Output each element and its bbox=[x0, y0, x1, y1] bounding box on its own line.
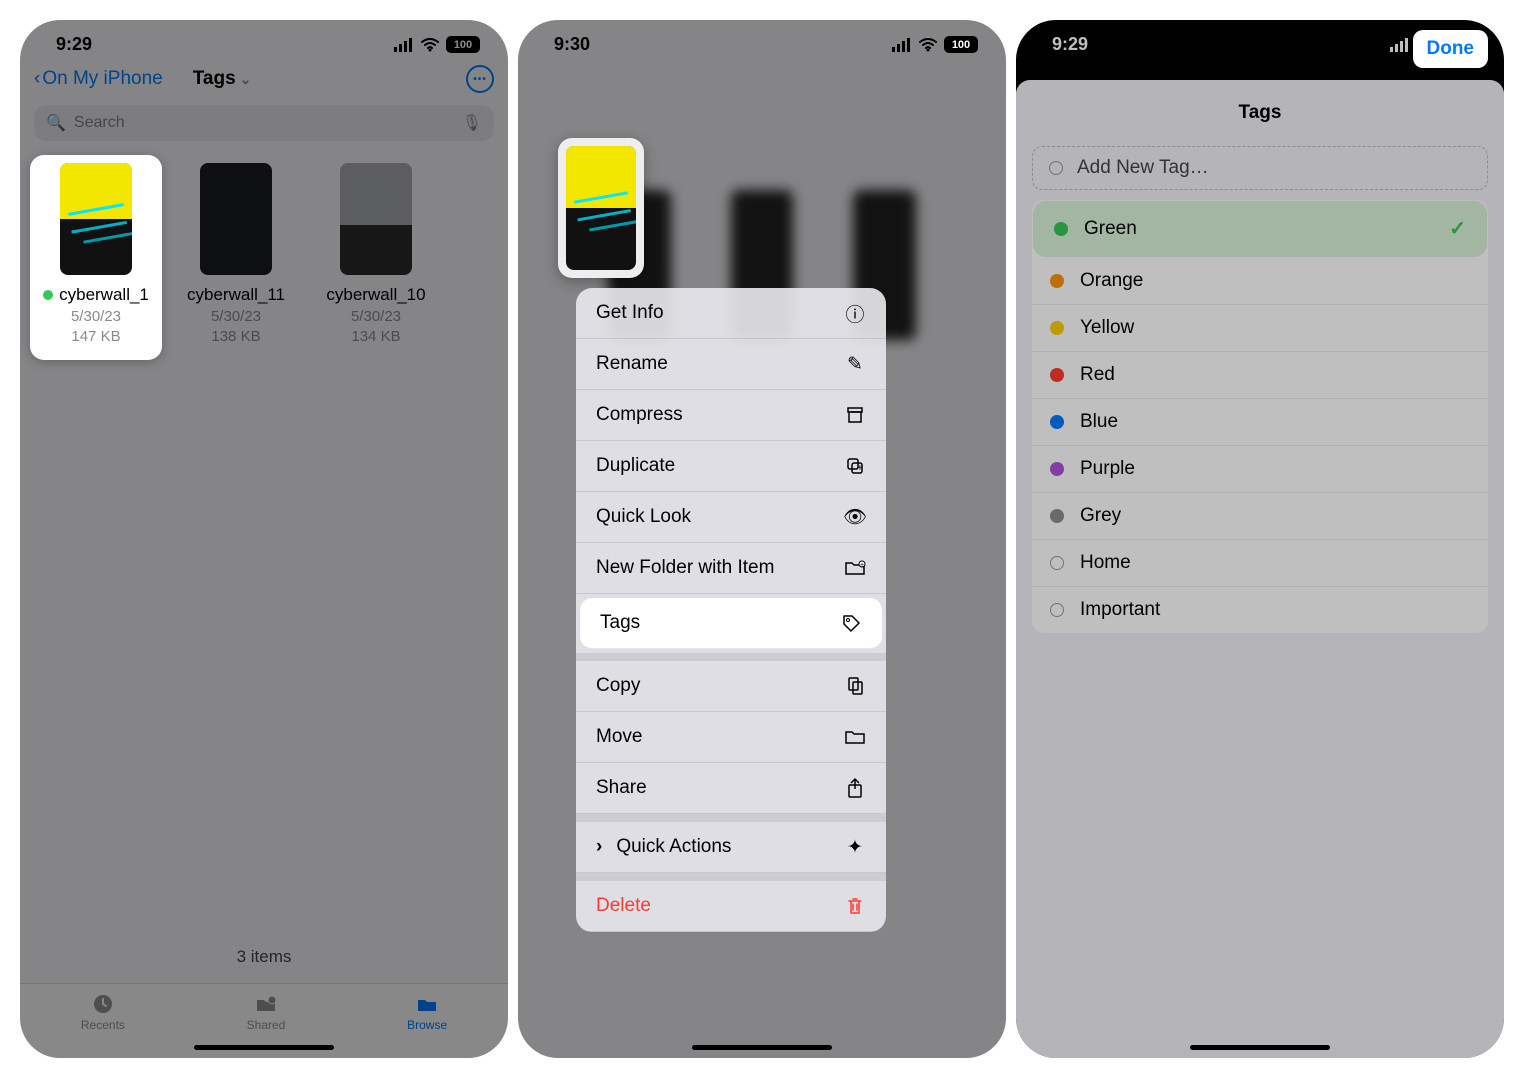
context-menu: Get Infoⓘ Rename✎ Compress Duplicate+ Qu… bbox=[576, 288, 886, 932]
item-count: 3 items bbox=[20, 947, 508, 967]
menu-quick-actions[interactable]: ›Quick Actions✦ bbox=[576, 822, 886, 873]
wifi-icon bbox=[420, 38, 440, 52]
tag-color-icon bbox=[1050, 321, 1064, 335]
tag-row-orange[interactable]: Orange bbox=[1032, 258, 1488, 305]
menu-delete[interactable]: Delete bbox=[576, 881, 886, 932]
home-indicator[interactable] bbox=[194, 1045, 334, 1050]
tags-sheet: Tags Add New Tag… Green✓ Orange Yellow R… bbox=[1016, 80, 1504, 1058]
status-bar: 9:30 100 bbox=[518, 20, 1006, 59]
search-input[interactable]: 🔍 Search 🎙 bbox=[34, 105, 494, 141]
file-name: cyberwall_10 bbox=[326, 285, 425, 305]
search-icon: 🔍 bbox=[46, 113, 66, 133]
nav-bar: ‹ On My iPhone Tags ⌄ ••• bbox=[20, 59, 508, 99]
cellular-icon bbox=[892, 38, 912, 52]
tag-row-green[interactable]: Green✓ bbox=[1036, 204, 1484, 254]
svg-text:+: + bbox=[857, 463, 863, 474]
menu-duplicate[interactable]: Duplicate+ bbox=[576, 441, 886, 492]
tag-row-red[interactable]: Red bbox=[1032, 352, 1488, 399]
screen-files-grid: 9:29 100 ‹ On My iPhone Tags ⌄ ••• 🔍 Sea… bbox=[20, 20, 508, 1058]
sparkle-icon: ✦ bbox=[844, 836, 866, 858]
archive-icon bbox=[844, 404, 866, 426]
tag-dot-icon bbox=[43, 290, 53, 300]
clock: 9:30 bbox=[554, 34, 590, 55]
pencil-icon: ✎ bbox=[844, 353, 866, 375]
tag-icon bbox=[840, 612, 862, 634]
info-icon: ⓘ bbox=[844, 302, 866, 324]
clock: 9:29 bbox=[56, 34, 92, 55]
more-button[interactable]: ••• bbox=[466, 65, 494, 93]
menu-rename[interactable]: Rename✎ bbox=[576, 339, 886, 390]
tag-empty-icon bbox=[1050, 603, 1064, 617]
screen-tags-sheet: 9:29 100 Tags Add New Tag… Green✓ Orange… bbox=[1016, 20, 1504, 1058]
menu-copy[interactable]: Copy bbox=[576, 661, 886, 712]
file-tile[interactable]: cyberwall_1 5/30/23147 KB bbox=[30, 155, 162, 360]
share-icon bbox=[844, 777, 866, 799]
tab-browse[interactable]: Browse bbox=[407, 992, 447, 1032]
tag-list: Green✓ Orange Yellow Red Blue Purple Gre… bbox=[1032, 200, 1488, 633]
clock: 9:29 bbox=[1052, 34, 1088, 55]
file-thumbnail bbox=[340, 163, 412, 275]
copy-icon bbox=[844, 675, 866, 697]
cellular-icon bbox=[394, 38, 414, 52]
chevron-right-icon: › bbox=[596, 836, 602, 858]
battery-icon: 100 bbox=[446, 36, 480, 53]
menu-share[interactable]: Share bbox=[576, 763, 886, 814]
eye-icon: 👁 bbox=[844, 506, 866, 528]
file-tile[interactable]: cyberwall_11 5/30/23138 KB bbox=[176, 163, 296, 346]
home-indicator[interactable] bbox=[1190, 1045, 1330, 1050]
page-title: Tags bbox=[193, 68, 236, 90]
tag-color-icon bbox=[1054, 222, 1068, 236]
back-button[interactable]: ‹ On My iPhone bbox=[34, 68, 163, 90]
menu-new-folder[interactable]: New Folder with Item+ bbox=[576, 543, 886, 594]
file-preview[interactable] bbox=[558, 138, 644, 278]
status-bar: 9:29 100 bbox=[20, 20, 508, 59]
tag-color-icon bbox=[1050, 509, 1064, 523]
tag-color-icon bbox=[1050, 368, 1064, 382]
check-icon: ✓ bbox=[1449, 216, 1466, 241]
tag-row-blue[interactable]: Blue bbox=[1032, 399, 1488, 446]
tag-row-home[interactable]: Home bbox=[1032, 540, 1488, 587]
file-name: cyberwall_11 bbox=[187, 285, 285, 305]
chevron-down-icon[interactable]: ⌄ bbox=[240, 71, 252, 88]
tab-shared[interactable]: Shared bbox=[247, 992, 286, 1032]
menu-get-info[interactable]: Get Infoⓘ bbox=[576, 288, 886, 339]
tag-row-important[interactable]: Important bbox=[1032, 587, 1488, 633]
add-new-tag[interactable]: Add New Tag… bbox=[1032, 146, 1488, 190]
file-thumbnail bbox=[200, 163, 272, 275]
tag-row-grey[interactable]: Grey bbox=[1032, 493, 1488, 540]
back-label: On My iPhone bbox=[42, 68, 162, 90]
screen-context-menu: 9:30 100 Get Infoⓘ Rename✎ Compress Dupl… bbox=[518, 20, 1006, 1058]
chevron-left-icon: ‹ bbox=[34, 68, 40, 90]
sheet-title: Tags bbox=[1239, 102, 1282, 123]
file-name: cyberwall_1 bbox=[59, 285, 149, 305]
menu-compress[interactable]: Compress bbox=[576, 390, 886, 441]
svg-text:+: + bbox=[860, 562, 864, 569]
battery-icon: 100 bbox=[944, 36, 978, 53]
wifi-icon bbox=[918, 38, 938, 52]
file-thumbnail bbox=[60, 163, 132, 275]
tag-row-yellow[interactable]: Yellow bbox=[1032, 305, 1488, 352]
plus-circle-icon bbox=[1049, 161, 1063, 175]
tab-recents[interactable]: Recents bbox=[81, 992, 125, 1032]
tag-color-icon bbox=[1050, 415, 1064, 429]
tag-color-icon bbox=[1050, 462, 1064, 476]
folder-icon bbox=[844, 726, 866, 748]
menu-quick-look[interactable]: Quick Look👁 bbox=[576, 492, 886, 543]
tag-empty-icon bbox=[1050, 556, 1064, 570]
tag-row-purple[interactable]: Purple bbox=[1032, 446, 1488, 493]
duplicate-icon: + bbox=[844, 455, 866, 477]
menu-tags[interactable]: Tags bbox=[580, 598, 882, 649]
file-tile[interactable]: cyberwall_10 5/30/23134 KB bbox=[316, 163, 436, 346]
cellular-icon bbox=[1390, 38, 1410, 52]
done-button[interactable]: Done bbox=[1413, 30, 1489, 68]
folder-plus-icon: + bbox=[844, 557, 866, 579]
tag-color-icon bbox=[1050, 274, 1064, 288]
search-placeholder: Search bbox=[74, 114, 125, 132]
menu-move[interactable]: Move bbox=[576, 712, 886, 763]
home-indicator[interactable] bbox=[692, 1045, 832, 1050]
mic-icon[interactable]: 🎙 bbox=[462, 113, 482, 133]
trash-icon bbox=[844, 895, 866, 917]
